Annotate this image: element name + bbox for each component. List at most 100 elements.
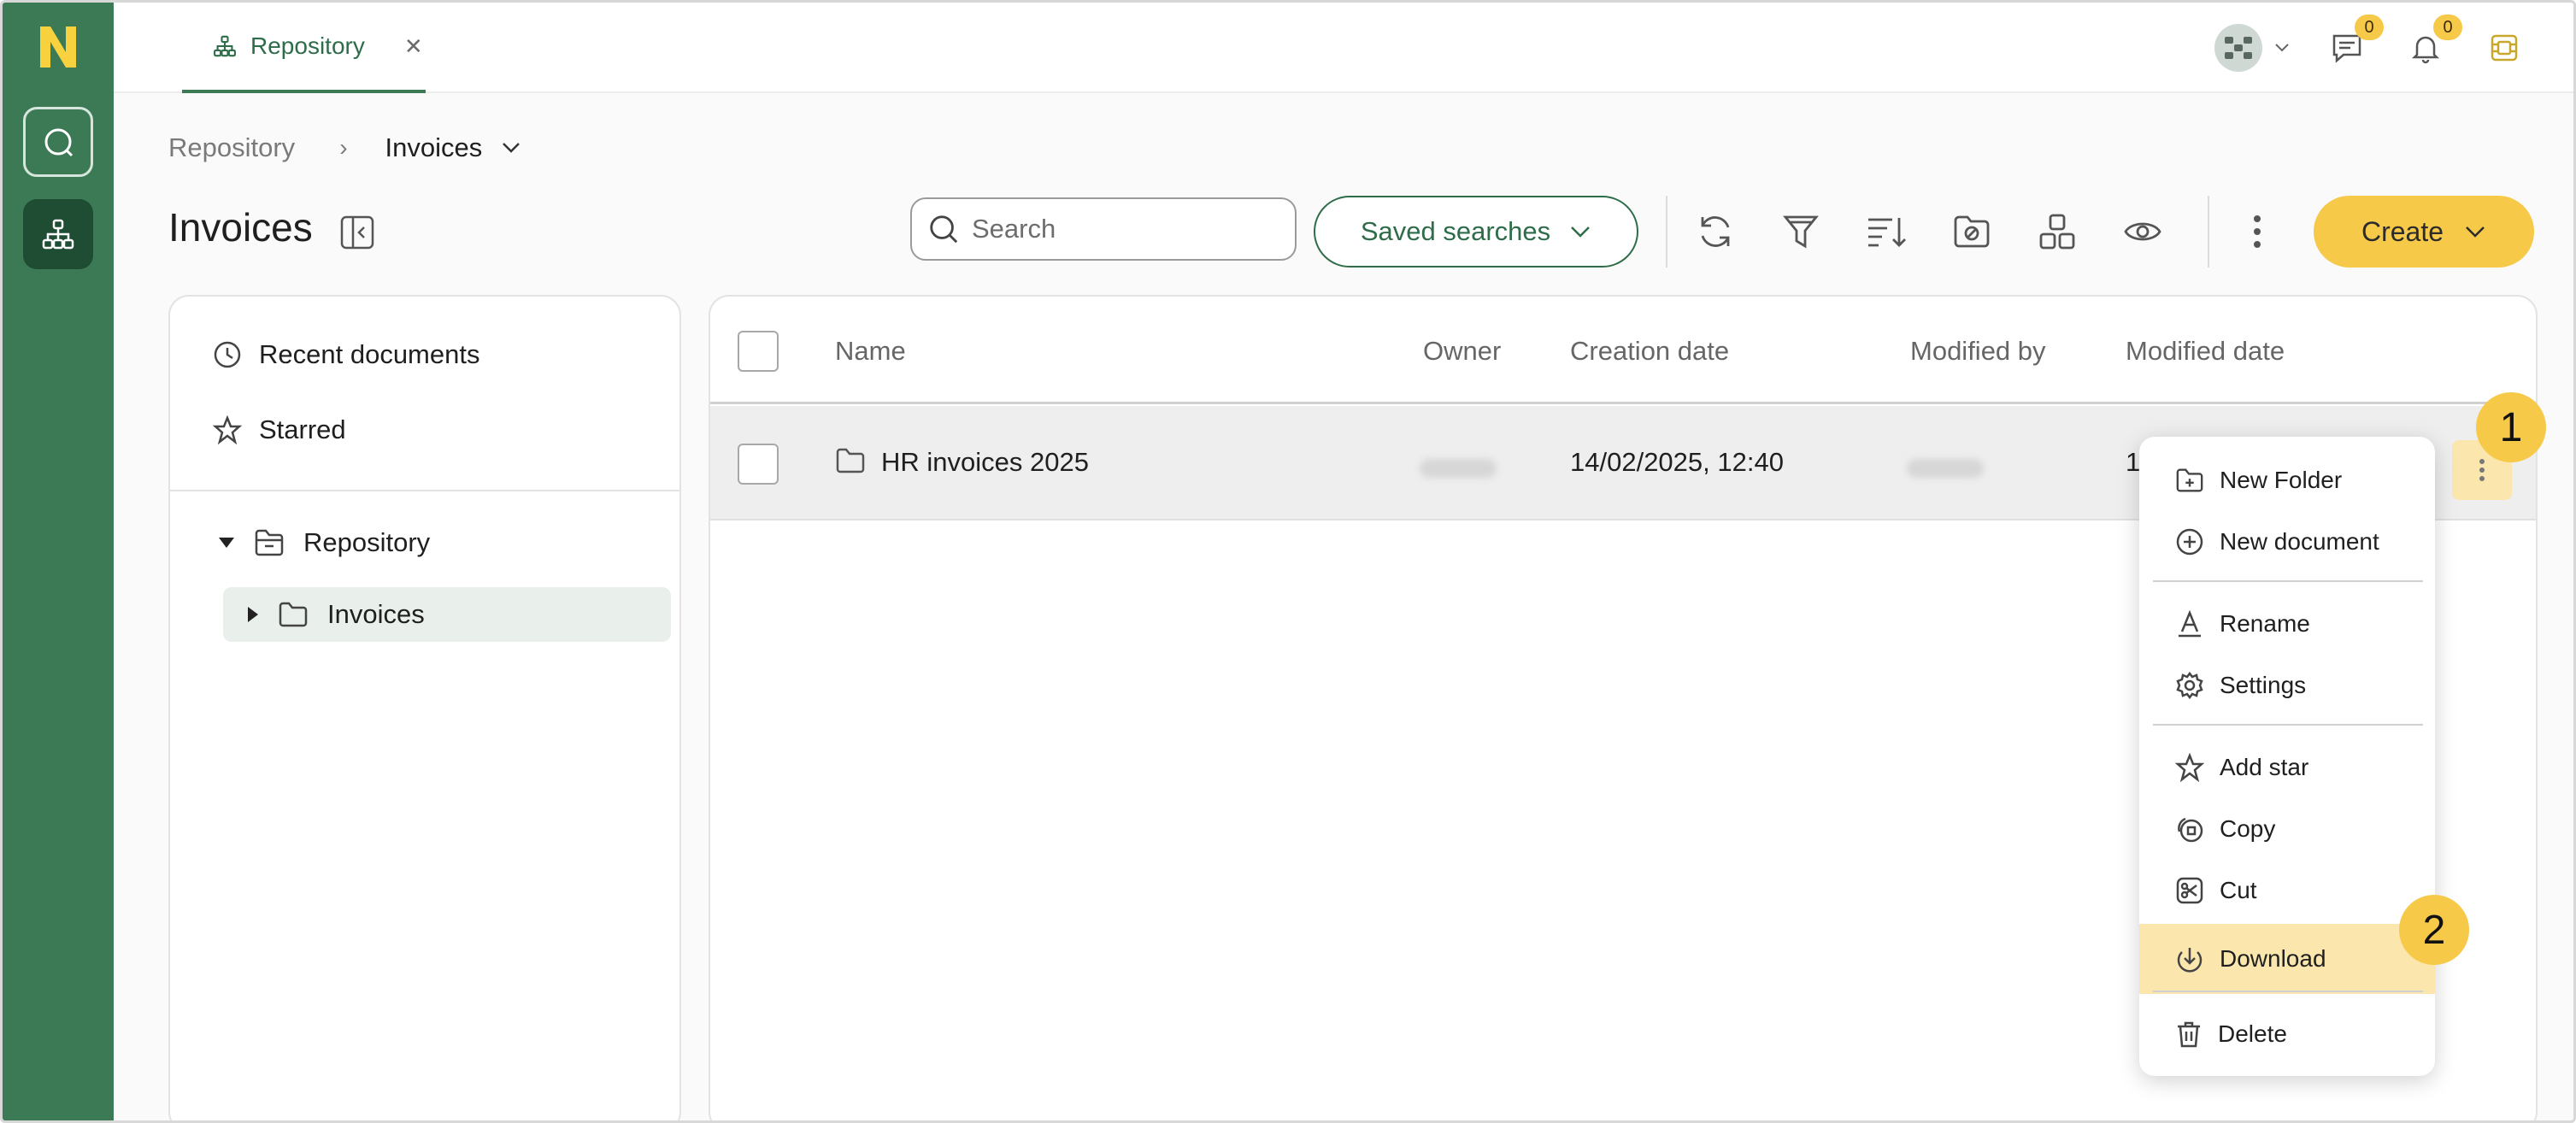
toolbar-divider: [2208, 196, 2209, 268]
collapse-panel-icon[interactable]: [339, 215, 375, 250]
refresh-button[interactable]: [1691, 208, 1739, 256]
left-rail: [3, 3, 114, 1120]
tree-node-invoices[interactable]: Invoices: [247, 599, 425, 630]
row-modified-date: 1: [2126, 447, 2141, 477]
star-icon: [2175, 753, 2204, 782]
chevron-down-icon: [2274, 43, 2290, 53]
hide-button[interactable]: [1948, 208, 1996, 256]
search-input[interactable]: [972, 214, 1313, 244]
tree-node-label: Invoices: [327, 599, 425, 629]
menu-item-delete[interactable]: Delete: [2139, 1006, 2435, 1062]
filter-button[interactable]: [1777, 208, 1825, 256]
tree-node-repository[interactable]: Repository: [218, 527, 430, 558]
new-folder-icon: [2175, 467, 2204, 493]
row-creation-date: 14/02/2025, 12:40: [1570, 447, 1784, 477]
folder-icon: [278, 602, 309, 627]
menu-item-label: New Folder: [2220, 467, 2343, 493]
menu-item-label: Copy: [2220, 815, 2276, 842]
copy-icon: [2175, 814, 2204, 844]
more-icon: [2479, 458, 2485, 482]
menu-item-download[interactable]: Download: [2139, 924, 2435, 994]
menu-item-label: Rename: [2220, 610, 2310, 637]
owner-redacted: [1420, 459, 1497, 478]
preview-icon: [2123, 217, 2162, 246]
menu-item-rename[interactable]: Rename: [2139, 596, 2435, 652]
menu-item-label: New document: [2220, 528, 2379, 555]
sidebar-divider: [170, 490, 679, 491]
column-header-modified-by[interactable]: Modified by: [1910, 336, 2046, 367]
gear-icon: [2175, 671, 2204, 700]
app-logo: [37, 23, 79, 71]
step-marker-1: 1: [2476, 392, 2546, 462]
menu-item-label: Download: [2220, 945, 2326, 972]
chat-badge: 0: [2355, 15, 2384, 40]
more-options-button[interactable]: [2233, 208, 2281, 256]
tree-node-label: Repository: [303, 527, 431, 557]
table-header: Name Owner Creation date Modified by Mod…: [710, 297, 2536, 404]
tab-label: Repository: [250, 32, 365, 59]
saved-searches-button[interactable]: Saved searches: [1314, 196, 1638, 268]
sort-icon: [1865, 213, 1908, 250]
starred-link[interactable]: Starred: [213, 415, 346, 445]
create-button[interactable]: Create: [2314, 196, 2534, 268]
close-icon[interactable]: ✕: [404, 33, 423, 60]
tab-repository[interactable]: Repository ✕: [182, 3, 426, 93]
menu-divider: [2153, 724, 2423, 726]
menu-item-label: Add star: [2220, 754, 2309, 780]
menu-item-copy[interactable]: Copy: [2139, 801, 2435, 857]
grid-app-icon: [2489, 32, 2520, 63]
hierarchy-icon: [41, 217, 75, 251]
column-header-modified-date[interactable]: Modified date: [2126, 336, 2285, 367]
menu-item-new-document[interactable]: New document: [2139, 514, 2435, 570]
sort-button[interactable]: [1862, 208, 1910, 256]
column-header-name[interactable]: Name: [835, 336, 906, 367]
chevron-down-icon: [1569, 225, 1591, 238]
apps-button[interactable]: [2483, 26, 2526, 69]
step-marker-2: 2: [2399, 895, 2469, 965]
column-header-creation-date[interactable]: Creation date: [1570, 336, 1729, 367]
menu-item-settings[interactable]: Settings: [2139, 657, 2435, 714]
rail-search-button[interactable]: [23, 107, 93, 177]
row-name[interactable]: HR invoices 2025: [881, 447, 1089, 478]
chat-button[interactable]: 0: [2326, 15, 2384, 69]
new-document-icon: [2175, 527, 2204, 556]
rail-repository-button[interactable]: [23, 199, 93, 269]
notifications-badge: 0: [2433, 15, 2462, 40]
rename-icon: [2175, 609, 2204, 638]
saved-searches-label: Saved searches: [1360, 216, 1551, 246]
breadcrumb-root[interactable]: Repository: [168, 132, 295, 163]
preview-button[interactable]: [2119, 208, 2167, 256]
folder-icon: [835, 447, 866, 474]
caret-down-icon[interactable]: [218, 537, 235, 549]
modified-by-redacted: [1907, 459, 1984, 478]
toolbar-divider: [1666, 196, 1667, 268]
menu-item-new-folder[interactable]: New Folder: [2139, 452, 2435, 509]
menu-item-label: Settings: [2220, 672, 2307, 698]
hide-icon: [1952, 214, 1991, 250]
recent-documents-label: Recent documents: [259, 339, 480, 369]
filter-icon: [1782, 212, 1820, 251]
navigation-panel: Recent documents Starred Repository Invo…: [168, 295, 681, 1120]
column-header-owner[interactable]: Owner: [1423, 336, 1501, 367]
select-all-checkbox[interactable]: [738, 331, 779, 372]
clock-icon: [213, 340, 242, 369]
menu-item-add-star[interactable]: Add star: [2139, 739, 2435, 796]
breadcrumb-current[interactable]: Invoices: [385, 132, 483, 163]
page-title: Invoices: [168, 205, 313, 250]
scissors-icon: [2175, 876, 2204, 905]
menu-item-cut[interactable]: Cut: [2139, 862, 2435, 919]
row-checkbox[interactable]: [738, 444, 779, 485]
download-icon: [2175, 944, 2204, 973]
trash-icon: [2175, 1020, 2203, 1049]
recent-documents-link[interactable]: Recent documents: [213, 339, 479, 370]
breadcrumb: Repository › Invoices: [168, 132, 521, 163]
search-field[interactable]: [910, 197, 1356, 261]
layout-button[interactable]: [2033, 208, 2081, 256]
starred-label: Starred: [259, 415, 346, 444]
workspace-switcher[interactable]: [2214, 24, 2290, 72]
chevron-down-icon[interactable]: [501, 141, 521, 155]
layout-icon: [2038, 213, 2076, 250]
search-icon: [927, 213, 960, 245]
notifications-button[interactable]: 0: [2404, 15, 2462, 69]
caret-right-icon[interactable]: [247, 606, 259, 623]
